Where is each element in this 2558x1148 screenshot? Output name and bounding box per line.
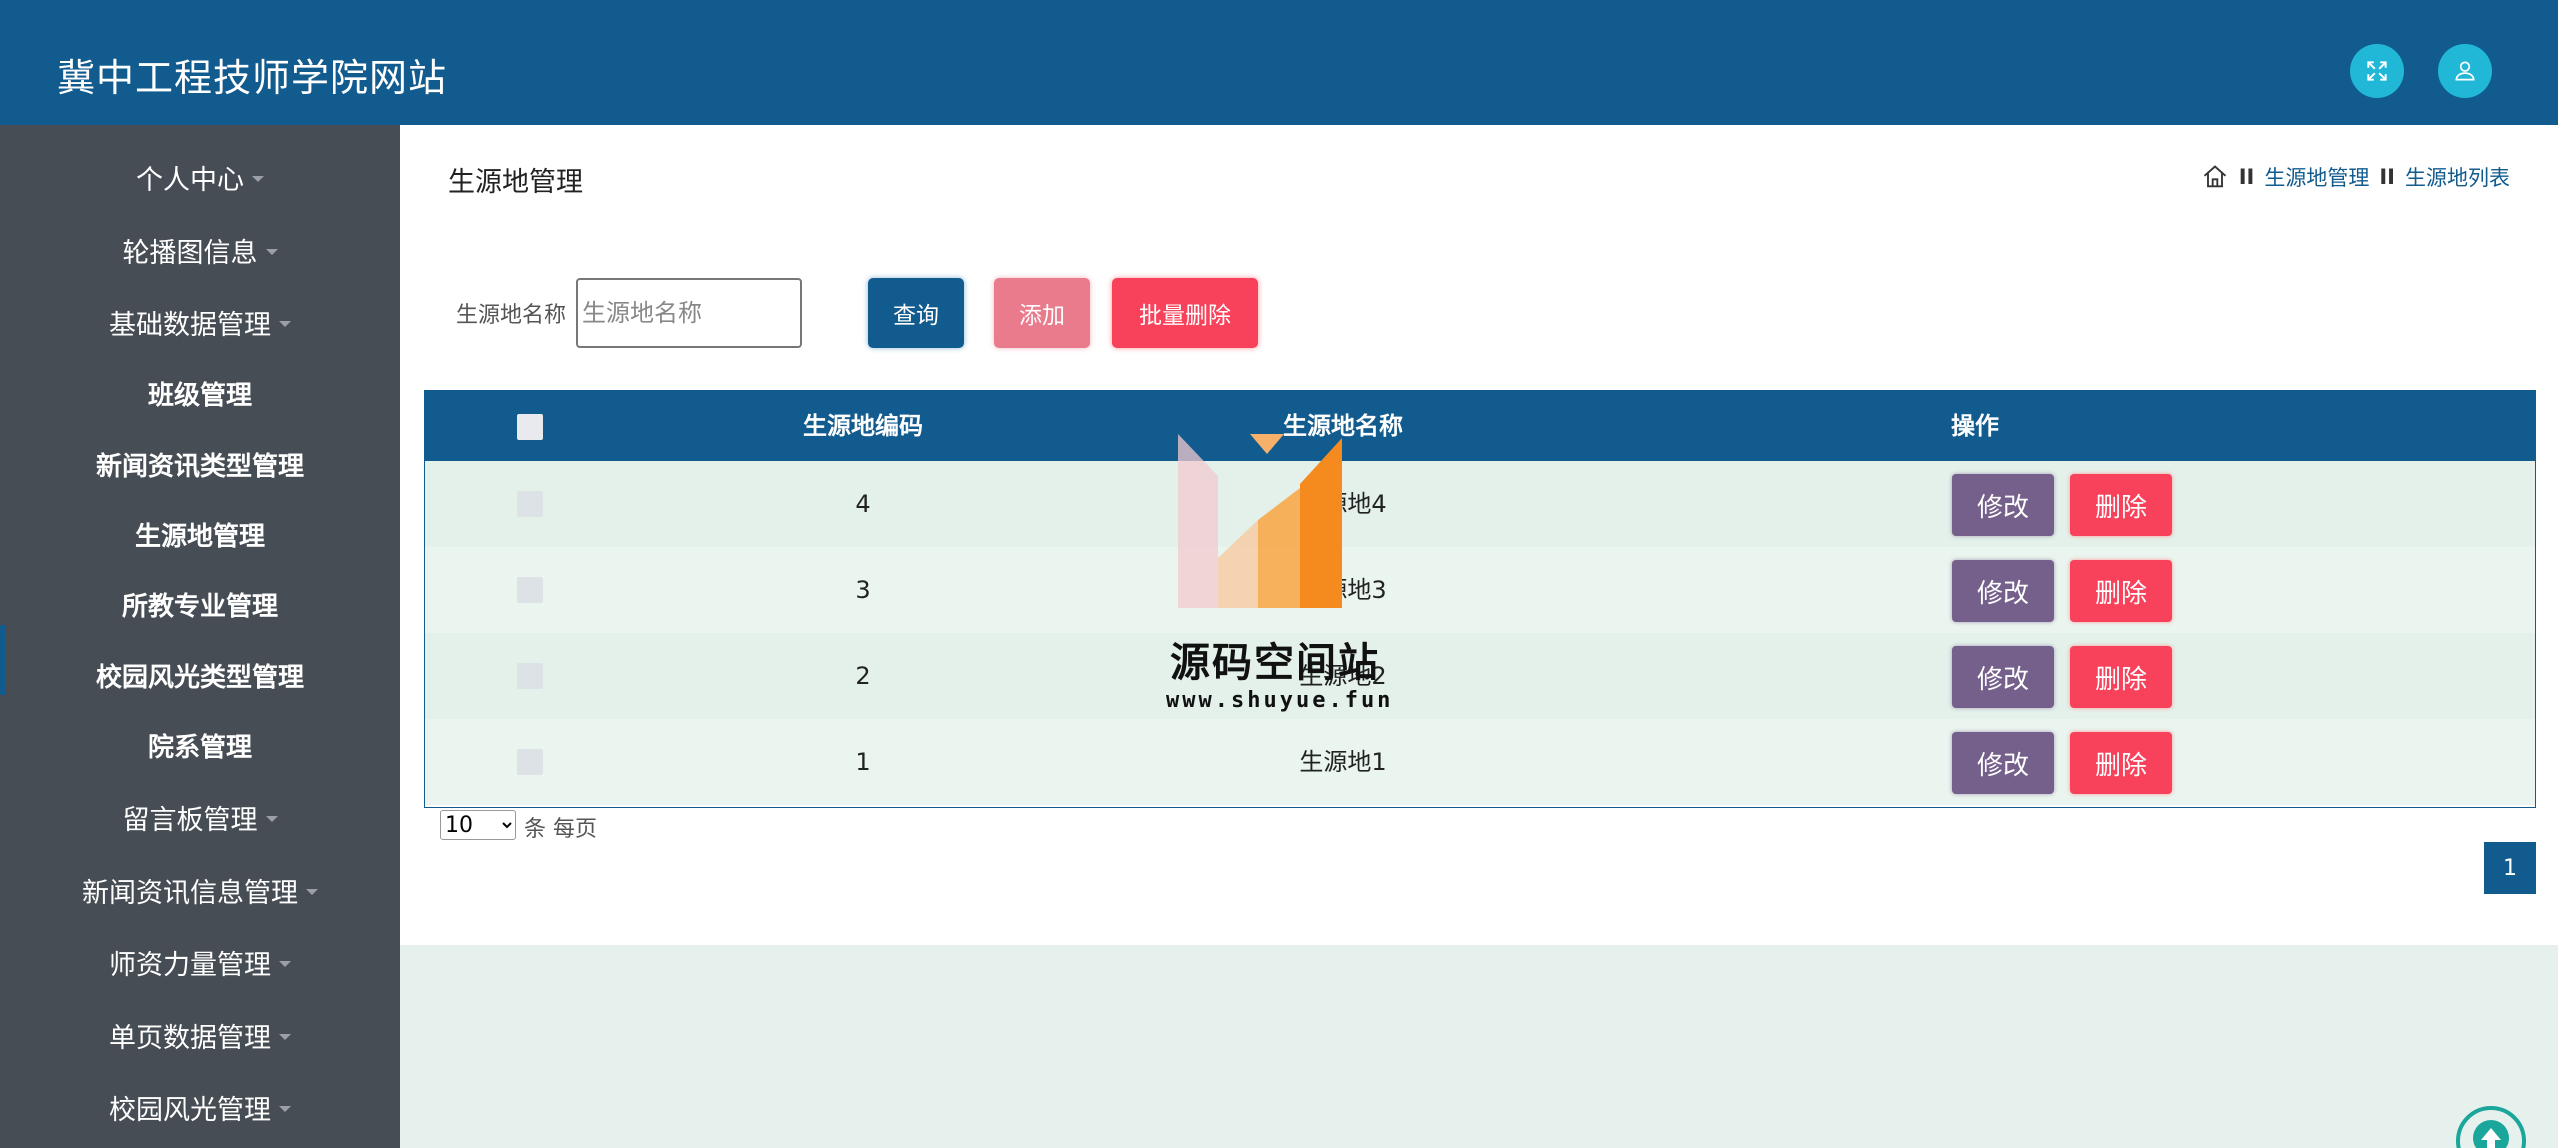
origin-table: 生源地编码 生源地名称 操作 4 生源地4 修改 删除 3 生源地3 修改 删除… <box>424 390 2536 808</box>
sidebar-item-campus-type[interactable]: 校园风光类型管理 <box>0 645 400 705</box>
sidebar-item-campus-scenery[interactable]: 校园风光管理 <box>0 1077 400 1137</box>
edit-button[interactable]: 修改 <box>1952 560 2054 622</box>
edit-button[interactable]: 修改 <box>1952 732 2054 794</box>
sidebar-item-label: 班级管理 <box>147 380 252 411</box>
batch-delete-button[interactable]: 批量删除 <box>1112 278 1258 348</box>
sidebar-item-label: 所教专业管理 <box>121 591 278 622</box>
caret-down-icon <box>252 176 264 182</box>
add-button[interactable]: 添加 <box>994 278 1090 348</box>
caret-down-icon <box>279 1106 291 1112</box>
page-title: 生源地管理 <box>448 167 583 198</box>
edit-button[interactable]: 修改 <box>1952 646 2054 708</box>
sidebar-item-origin[interactable]: 生源地管理 <box>0 504 400 564</box>
table-row: 4 生源地4 修改 删除 <box>425 461 2535 547</box>
sidebar-item-message-board[interactable]: 留言板管理 <box>0 787 400 847</box>
watermark-url: www.shuyue.fun <box>1166 688 1394 713</box>
sidebar-item-department[interactable]: 院系管理 <box>0 715 400 775</box>
column-header-action: 操作 <box>1951 412 1999 440</box>
sidebar-item-news-info[interactable]: 新闻资讯信息管理 <box>0 860 400 920</box>
cell-code: 2 <box>855 662 871 690</box>
sidebar-item-news-type[interactable]: 新闻资讯类型管理 <box>0 434 400 494</box>
sidebar-item-label: 校园风光类型管理 <box>95 662 304 693</box>
cell-name: 生源地1 <box>1299 748 1387 776</box>
top-header: 冀中工程技师学院网站 <box>0 0 2558 125</box>
delete-button[interactable]: 删除 <box>2070 732 2172 794</box>
caret-down-icon <box>306 889 318 895</box>
user-icon <box>2455 61 2475 81</box>
table-row: 3 生源地3 修改 删除 <box>425 547 2535 633</box>
column-header-code: 生源地编码 <box>803 412 923 440</box>
delete-button[interactable]: 删除 <box>2070 646 2172 708</box>
breadcrumb-origin-management[interactable]: 生源地管理 <box>2264 162 2369 192</box>
delete-button[interactable]: 删除 <box>2070 560 2172 622</box>
sidebar-item-personal-center[interactable]: 个人中心 <box>0 147 400 207</box>
caret-down-icon <box>279 1034 291 1040</box>
caret-down-icon <box>265 249 278 255</box>
page-size-label: 条 每页 <box>524 817 597 842</box>
query-button[interactable]: 查询 <box>868 278 964 348</box>
user-button[interactable] <box>2438 44 2492 98</box>
sidebar-item-label: 个人中心 <box>136 164 244 196</box>
page-size-select[interactable]: 10 <box>440 810 516 840</box>
row-checkbox[interactable] <box>517 663 543 689</box>
cell-code: 1 <box>855 748 871 776</box>
caret-down-icon <box>265 816 278 822</box>
sidebar-item-faculty[interactable]: 师资力量管理 <box>0 932 400 992</box>
sidebar-item-single-page[interactable]: 单页数据管理 <box>0 1005 400 1065</box>
home-icon[interactable] <box>2201 163 2229 191</box>
delete-button[interactable]: 删除 <box>2070 474 2172 536</box>
caret-down-icon <box>279 321 291 327</box>
breadcrumb-separator: II <box>2379 165 2395 189</box>
select-all-checkbox[interactable] <box>517 414 543 440</box>
sidebar-item-label: 轮播图信息 <box>122 237 258 269</box>
caret-down-icon <box>279 961 291 967</box>
origin-name-search-input[interactable] <box>576 278 802 348</box>
table-row: 2 生源地2 修改 删除 <box>425 633 2535 719</box>
sidebar-item-basic-data[interactable]: 基础数据管理 <box>0 292 400 352</box>
fullscreen-button[interactable] <box>2350 44 2404 98</box>
row-checkbox[interactable] <box>517 491 543 517</box>
scroll-top-button[interactable] <box>2456 1106 2526 1148</box>
breadcrumb-origin-list[interactable]: 生源地列表 <box>2405 162 2510 192</box>
cell-code: 4 <box>855 490 871 518</box>
site-title: 冀中工程技师学院网站 <box>57 56 448 100</box>
sidebar-item-label: 基础数据管理 <box>109 309 271 341</box>
sidebar-item-label: 生源地管理 <box>134 521 265 552</box>
sidebar-item-label: 师资力量管理 <box>109 949 271 981</box>
sidebar: 个人中心 轮播图信息 基础数据管理 班级管理 新闻资讯类型管理 生源地管理 所教… <box>0 125 400 1148</box>
sidebar-item-label: 校园风光管理 <box>109 1094 271 1126</box>
sidebar-item-label: 新闻资讯信息管理 <box>82 877 298 909</box>
search-label: 生源地名称 <box>456 303 567 328</box>
row-checkbox[interactable] <box>517 749 543 775</box>
pagination-page-1[interactable]: 1 <box>2484 842 2536 894</box>
sidebar-item-label: 院系管理 <box>147 732 252 763</box>
sidebar-item-label: 新闻资讯类型管理 <box>95 451 304 482</box>
fullscreen-icon <box>2367 61 2387 81</box>
row-checkbox[interactable] <box>517 577 543 603</box>
breadcrumb: II 生源地管理 II 生源地列表 <box>2201 162 2510 192</box>
table-header: 生源地编码 生源地名称 操作 <box>425 391 2535 461</box>
edit-button[interactable]: 修改 <box>1952 474 2054 536</box>
sidebar-item-label: 留言板管理 <box>122 804 258 836</box>
arrow-up-icon <box>2473 1120 2509 1148</box>
sidebar-item-carousel[interactable]: 轮播图信息 <box>0 220 400 280</box>
watermark-title: 源码空间站 <box>1170 640 1380 686</box>
sidebar-item-label: 单页数据管理 <box>109 1022 271 1054</box>
sidebar-item-class[interactable]: 班级管理 <box>0 363 400 423</box>
breadcrumb-separator: II <box>2238 165 2255 189</box>
sidebar-item-major[interactable]: 所教专业管理 <box>0 574 400 634</box>
cell-code: 3 <box>855 576 871 604</box>
table-row: 1 生源地1 修改 删除 <box>425 719 2535 805</box>
